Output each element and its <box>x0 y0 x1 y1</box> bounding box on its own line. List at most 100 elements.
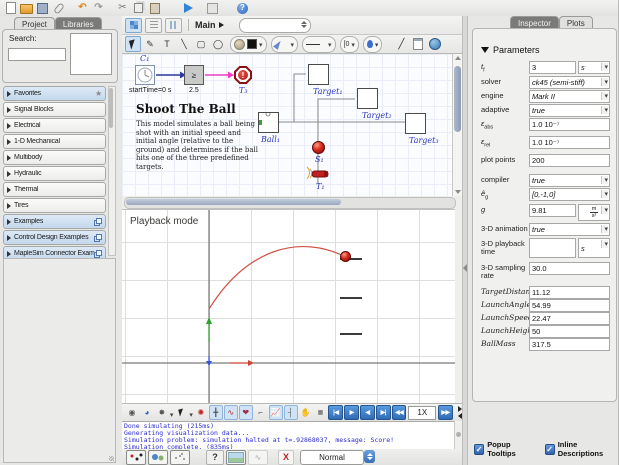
breadcrumb[interactable]: Main <box>195 20 216 30</box>
animation-settings-icon[interactable]: ◕ <box>140 405 154 420</box>
skip-to-end-button[interactable]: ▶| <box>376 405 391 420</box>
scroll-down-icon[interactable] <box>455 190 461 194</box>
sidebar-item-examples[interactable]: Examples <box>3 214 106 229</box>
solver-select[interactable]: ck45 (semi-stiff) <box>529 76 610 89</box>
run-simulation-icon[interactable] <box>182 2 195 14</box>
dropdown-caret-icon[interactable] <box>170 404 174 422</box>
sidebar-item-multibody[interactable]: Multibody <box>3 150 106 165</box>
search-input[interactable] <box>8 48 66 61</box>
expand-arrow-icon[interactable] <box>7 251 11 257</box>
dropdown-stepper-icon[interactable] <box>301 20 308 30</box>
sidebar-item-signal-blocks[interactable]: Signal Blocks <box>3 102 106 117</box>
rewind-button[interactable]: ◀◀ <box>392 405 407 420</box>
expand-arrow-icon[interactable] <box>7 235 11 241</box>
expand-arrow-icon[interactable] <box>7 139 11 145</box>
engine-select[interactable]: Mark II <box>529 90 610 103</box>
undo-icon[interactable]: ↶ <box>76 2 89 14</box>
open-file-icon[interactable] <box>20 2 33 14</box>
show-3d-toggle[interactable] <box>148 450 168 465</box>
plot-toggle-icon[interactable]: ∿ <box>224 405 238 420</box>
g-input[interactable]: 9.81 <box>529 204 576 217</box>
help-console-button[interactable]: ? <box>206 450 224 465</box>
library-scrollbar[interactable] <box>108 86 116 256</box>
stop-window-icon[interactable] <box>206 2 219 14</box>
signal-plot-toggle-icon[interactable]: 📈 <box>269 405 283 420</box>
subsystem-dropdown[interactable] <box>239 18 311 33</box>
collapse-arrow-icon[interactable] <box>481 47 489 53</box>
fill-color-picker[interactable] <box>363 36 383 53</box>
list-view-button[interactable] <box>145 18 162 33</box>
skip-to-start-button[interactable]: |◀ <box>328 405 343 420</box>
g-unit-select[interactable]: ms² <box>578 204 610 221</box>
message-console[interactable]: Done simulating (215ms) Generating visua… <box>122 421 462 449</box>
expand-arrow-icon[interactable] <box>7 123 11 129</box>
compiler-select[interactable]: true <box>529 174 610 187</box>
open-palette-icon[interactable] <box>94 234 102 241</box>
render-mode-select[interactable]: Normal <box>300 450 364 465</box>
open-palette-icon[interactable] <box>94 250 102 257</box>
show-messages-toggle[interactable] <box>126 450 146 465</box>
sidebar-item-electrical[interactable]: Electrical <box>3 118 106 133</box>
hierarchy-view-button[interactable] <box>165 18 182 33</box>
port-label-picker[interactable]: [0 <box>340 36 359 53</box>
inline-descriptions-checkbox[interactable]: Inline Descriptions <box>545 440 619 458</box>
pan-hand-icon[interactable]: ✋ <box>299 405 313 420</box>
signal-view-button[interactable]: ∿ <box>248 450 268 465</box>
sidebar-item-hydraulic[interactable]: Hydraulic <box>3 166 106 181</box>
parameters-section-header[interactable]: Parameters <box>481 45 540 55</box>
tf-input[interactable]: 3 <box>529 61 576 74</box>
scroll-up-icon[interactable] <box>455 56 461 60</box>
launch-speed-input[interactable]: 22.47 <box>529 312 610 325</box>
relational-operator-block[interactable]: ≥ <box>184 65 204 85</box>
grid-toggle-icon[interactable]: ╋ <box>209 405 223 420</box>
pointer-mode-icon[interactable] <box>174 405 188 420</box>
popup-tooltips-checkbox[interactable]: Popup Tooltips <box>474 440 537 458</box>
probe-values-toggle-icon[interactable]: ❤ <box>239 405 253 420</box>
tf-unit-select[interactable]: s <box>578 61 610 74</box>
fill-style-picker[interactable] <box>230 36 267 53</box>
polyline-icon[interactable]: ⌐ <box>254 405 268 420</box>
target1-block[interactable] <box>308 64 329 85</box>
eps-abs-input[interactable]: 1.0 10⁻⁷ <box>529 118 610 131</box>
checkbox-checked-icon[interactable] <box>545 444 555 455</box>
select-tool-button[interactable] <box>125 36 141 52</box>
canvas-horizontal-scrollbar[interactable] <box>124 197 456 209</box>
splitter-collapse-icon[interactable] <box>463 264 467 272</box>
3d-animation-select[interactable]: true <box>529 223 610 236</box>
ball-subsystem-block[interactable] <box>258 112 279 133</box>
sidebar-item-favorites[interactable]: Favorites★ <box>3 86 106 101</box>
ball-mass-input[interactable]: 317.5 <box>529 338 610 351</box>
attach-icon[interactable] <box>52 2 65 14</box>
model-canvas[interactable]: C₁ startTime=0 s ≥ 2.5 ! T₃ Ball₁ Target… <box>122 54 452 196</box>
open-palette-icon[interactable] <box>94 218 102 225</box>
pen-style-picker[interactable] <box>271 36 299 53</box>
eps-rel-input[interactable]: 1.0 10⁻⁷ <box>529 136 610 149</box>
3d-playback-time-unit-select[interactable]: s <box>578 238 610 258</box>
3d-playback-time-input[interactable] <box>529 238 576 258</box>
connect-tool-button[interactable]: ✎ <box>142 36 158 52</box>
sidebar-item-1d-mechanical[interactable]: 1-D Mechanical <box>3 134 106 149</box>
expand-arrow-icon[interactable] <box>7 219 11 225</box>
expand-arrow-icon[interactable] <box>7 203 11 209</box>
target2-block[interactable] <box>357 88 378 109</box>
target-distance-input[interactable]: 11.12 <box>529 286 610 299</box>
cannon-block[interactable] <box>304 166 334 182</box>
paste-icon[interactable] <box>148 2 161 14</box>
3d-sampling-rate-input[interactable]: 30.0 <box>529 262 610 275</box>
copy-icon[interactable] <box>132 2 145 14</box>
canvas-vertical-scrollbar[interactable] <box>452 54 462 196</box>
line-style-picker[interactable] <box>302 36 336 53</box>
trace-point-icon[interactable]: ✺ <box>194 405 208 420</box>
expand-arrow-icon[interactable] <box>7 91 11 97</box>
expand-arrow-icon[interactable] <box>7 187 11 193</box>
cursor-line-toggle-icon[interactable]: ┤ <box>284 405 298 420</box>
select-stepper-icon[interactable] <box>364 450 375 463</box>
show-progress-toggle[interactable] <box>170 450 190 465</box>
ellipse-tool-button[interactable]: ◯ <box>210 36 226 52</box>
console-scrollbar[interactable] <box>454 421 462 449</box>
sidebar-item-tires[interactable]: Tires <box>3 198 106 213</box>
dropdown-caret-icon[interactable] <box>189 404 193 422</box>
sphere-block[interactable] <box>312 141 325 154</box>
play-button[interactable]: ▶ <box>344 405 359 420</box>
new-file-icon[interactable] <box>4 2 17 14</box>
